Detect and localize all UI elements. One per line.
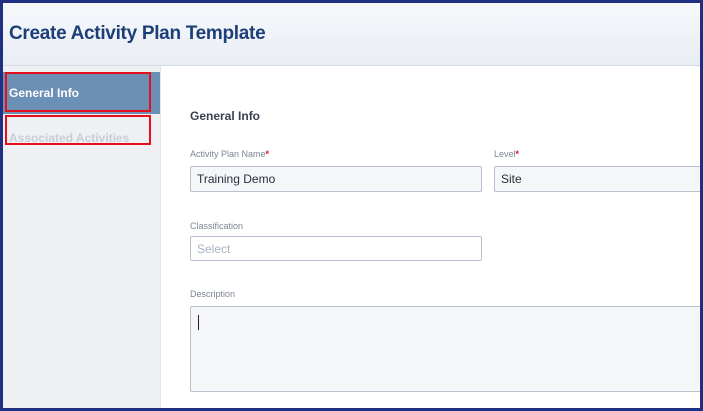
- activity-plan-name-field[interactable]: [190, 166, 482, 192]
- level-label: Level*: [494, 149, 519, 159]
- dialog-header: Create Activity Plan Template: [3, 3, 700, 66]
- level-label-text: Level: [494, 149, 516, 159]
- highlight-box-general-info: [5, 72, 151, 112]
- required-mark: *: [515, 149, 520, 159]
- highlight-box-associated-activities: [5, 115, 151, 145]
- description-label: Description: [190, 289, 236, 299]
- section-title: General Info: [190, 109, 261, 123]
- required-mark: *: [265, 149, 270, 159]
- classification-label: Classification: [190, 221, 244, 231]
- dialog-window: Create Activity Plan Template General In…: [3, 3, 700, 408]
- activity-plan-name-label: Activity Plan Name*: [190, 149, 269, 159]
- page-title: Create Activity Plan Template: [9, 23, 266, 44]
- activity-plan-name-label-text: Activity Plan Name: [190, 149, 266, 159]
- classification-select[interactable]: [190, 236, 482, 261]
- text-cursor: [198, 315, 199, 330]
- level-field[interactable]: [494, 166, 700, 192]
- description-textarea[interactable]: [190, 306, 700, 392]
